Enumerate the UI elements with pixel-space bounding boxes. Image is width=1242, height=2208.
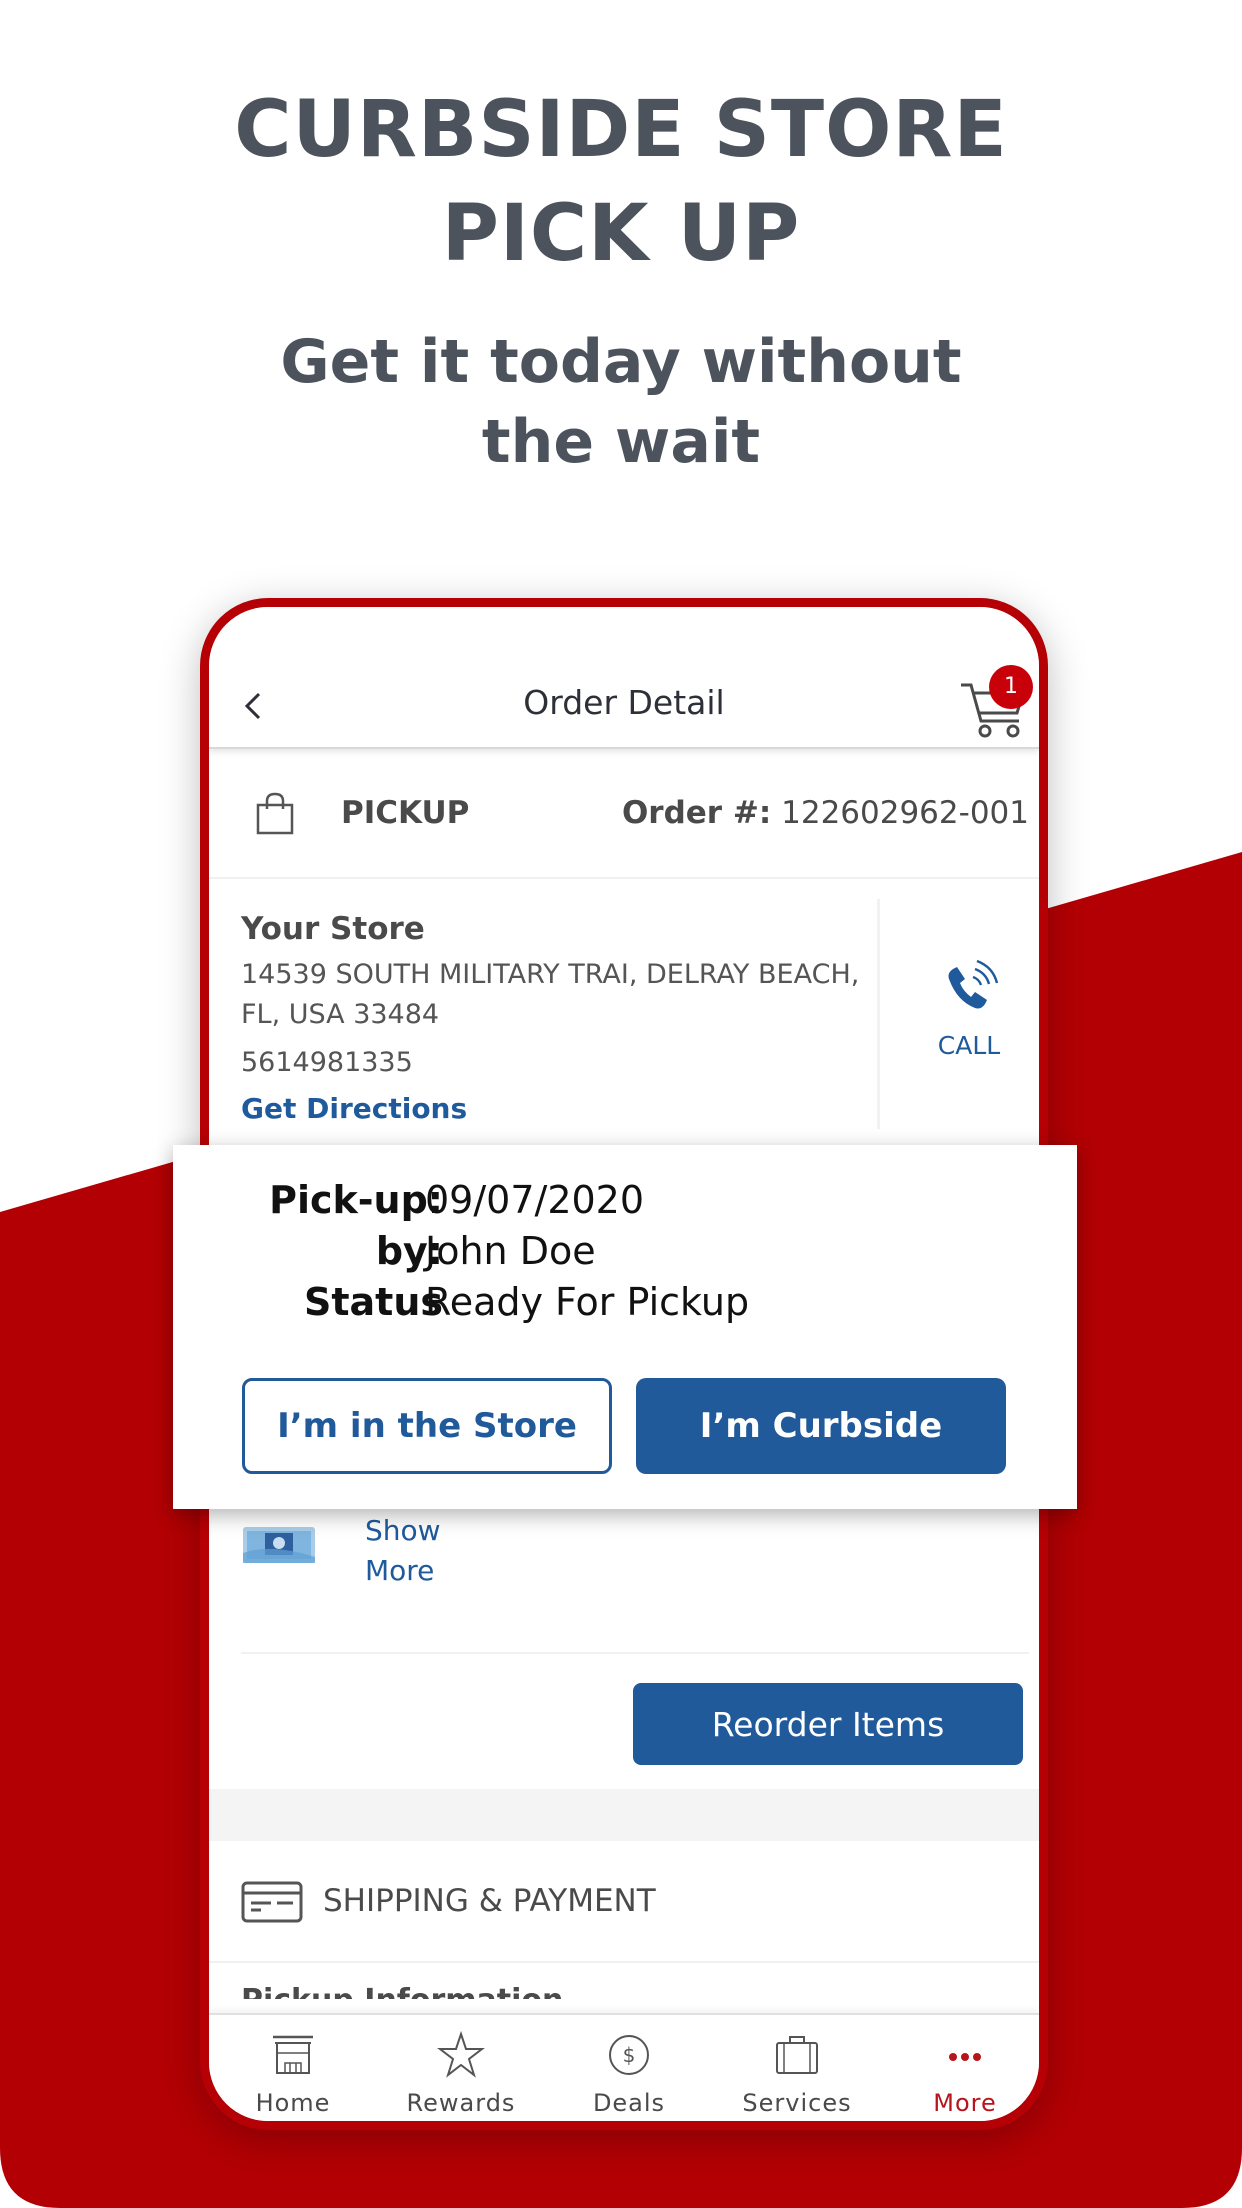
tab-label: Home	[255, 2089, 331, 2117]
tab-label: Deals	[592, 2089, 666, 2117]
call-label: CALL	[937, 1031, 1001, 1060]
tab-more[interactable]: More	[881, 2015, 1039, 2121]
pickup-date-label: Pick-up:	[269, 1178, 443, 1222]
items-divider	[241, 1652, 1029, 1654]
briefcase-icon	[776, 2036, 818, 2074]
tab-deals[interactable]: $ Deals	[545, 2015, 713, 2121]
pickup-by-value: John Doe	[425, 1229, 596, 1273]
tab-services[interactable]: Services	[713, 2015, 881, 2121]
show-more-line2: More	[365, 1554, 435, 1587]
shipping-payment-label: SHIPPING & PAYMENT	[323, 1883, 656, 1919]
section-separator	[209, 1789, 1039, 1841]
store-info: Your Store 14539 SOUTH MILITARY TRAI, DE…	[241, 909, 861, 1129]
tab-label: More	[933, 2089, 997, 2117]
app-header: Order Detail 1	[209, 607, 1039, 749]
tab-label: Rewards	[406, 2089, 516, 2117]
pickup-date-value: 09/07/2020	[425, 1178, 645, 1222]
store-section: Your Store 14539 SOUTH MILITARY TRAI, DE…	[209, 879, 1039, 1179]
shipping-payment-row[interactable]: SHIPPING & PAYMENT	[209, 1841, 1039, 1963]
pickup-status-card: Pick-up: 09/07/2020 by: John Doe Status …	[173, 1145, 1077, 1509]
curbside-button[interactable]: I’m Curbside	[636, 1378, 1006, 1474]
reorder-items-button[interactable]: Reorder Items	[633, 1683, 1023, 1765]
promo-subtitle-line2: the wait	[481, 407, 761, 477]
order-summary-row: PICKUP Order #: 122602962-001	[209, 749, 1039, 879]
promo-title-line1: CURBSIDE STORE	[234, 85, 1008, 175]
order-number-label: Order #:	[621, 795, 772, 831]
tab-label: Services	[742, 2089, 852, 2117]
store-phone: 5614981335	[241, 1047, 413, 1078]
store-icon	[273, 2035, 313, 2074]
store-address-line2: FL, USA 33484	[241, 999, 440, 1030]
show-more-line1: Show	[365, 1514, 441, 1547]
bottom-tab-bar: Home Rewards $ Deals Services More	[209, 2013, 1039, 2121]
star-icon	[437, 2031, 485, 2078]
store-address: 14539 SOUTH MILITARY TRAI, DELRAY BEACH,…	[241, 955, 861, 1035]
pickup-status-label: Status	[303, 1280, 443, 1324]
product-thumbnail[interactable]	[241, 1523, 317, 1567]
pickup-details: Pick-up: 09/07/2020 by: John Doe Status …	[173, 1175, 873, 1328]
pickup-status-row: Status Ready For Pickup	[173, 1277, 873, 1328]
order-number: Order #: 122602962-001	[622, 795, 1029, 831]
phone-ringing-icon	[948, 959, 999, 1009]
more-dots-icon	[949, 2053, 981, 2061]
get-directions-link[interactable]: Get Directions	[241, 1089, 467, 1129]
show-more-link[interactable]: Show More	[365, 1511, 465, 1591]
pickup-date-row: Pick-up: 09/07/2020	[173, 1175, 873, 1226]
promo-title-line2: PICK UP	[441, 189, 801, 279]
pickup-by-row: by: John Doe	[173, 1226, 873, 1277]
shopping-bag-icon	[256, 792, 294, 835]
credit-card-icon	[241, 1881, 303, 1923]
order-number-value: 122602962-001	[781, 795, 1029, 831]
call-divider	[877, 899, 880, 1129]
page-title: Order Detail	[523, 683, 725, 722]
in-store-button[interactable]: I’m in the Store	[242, 1378, 612, 1474]
cart-count-badge: 1	[989, 665, 1033, 709]
store-address-line1: 14539 SOUTH MILITARY TRAI, DELRAY BEACH,	[241, 959, 860, 990]
call-button[interactable]: CALL	[899, 959, 1039, 1079]
promo-title: CURBSIDE STORE PICK UP	[0, 78, 1242, 286]
dollar-coin-icon: $	[609, 2035, 649, 2075]
order-type-label: PICKUP	[341, 795, 470, 831]
pickup-information-heading: Pickup Information	[241, 1981, 563, 1999]
tab-home[interactable]: Home	[209, 2015, 377, 2121]
promo-subtitle-line1: Get it today without	[280, 327, 962, 397]
pickup-status-value: Ready For Pickup	[425, 1280, 750, 1324]
tab-rewards[interactable]: Rewards	[377, 2015, 545, 2121]
order-items-section: Show More	[209, 1487, 1039, 1647]
store-title: Your Store	[241, 911, 425, 947]
svg-text:$: $	[623, 2043, 636, 2067]
promo-subtitle: Get it today without the wait	[0, 322, 1242, 482]
